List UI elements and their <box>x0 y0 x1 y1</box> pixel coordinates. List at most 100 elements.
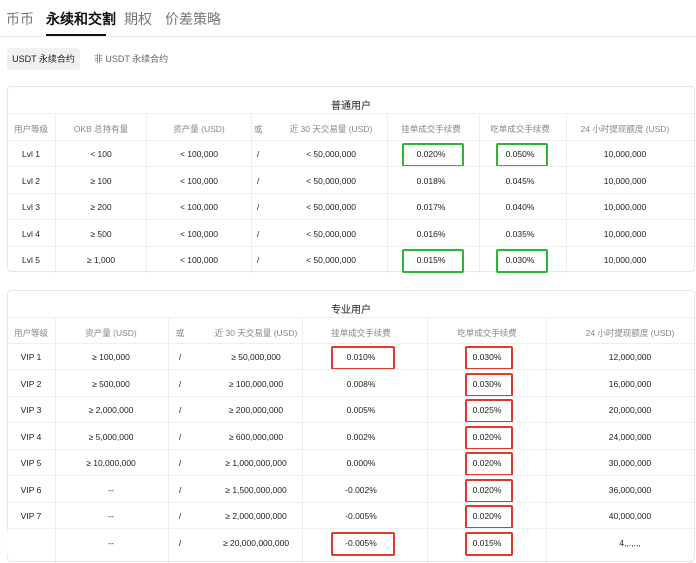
table-cell: ≥ 50,000,000 <box>231 352 281 362</box>
table-cell: 4,,.,.,, <box>619 537 641 548</box>
table-cell: < 100,000 <box>179 175 219 186</box>
tab-spot[interactable]: 币币 <box>6 9 34 29</box>
table-cell: VIP 6 <box>20 484 42 495</box>
row-divider <box>8 342 694 344</box>
table-cell: 10,000,000 <box>603 255 647 265</box>
table-cell: 10,000,000 <box>603 175 647 186</box>
table-cell: -- <box>108 511 114 521</box>
table-cell: Lvl 2 <box>22 175 40 186</box>
segment-usdt-perpetual[interactable]: USDT 永续合约 <box>7 48 80 70</box>
table-cell: -0.005% <box>345 511 377 521</box>
highlight-box <box>496 249 548 273</box>
table-cell: ≥ 500 <box>90 228 112 239</box>
active-tab-indicator <box>46 34 106 36</box>
regular-user-fee-table: 普通用户 用户等级 OKB 总持有量 资产量 (USD) 或近 30 天交易量 (USD… <box>7 86 695 273</box>
table-cell: 12,000,000 <box>608 352 652 362</box>
row-divider <box>8 192 694 194</box>
column-header: 吃单成交手续费 <box>490 124 550 134</box>
table-cell: -- <box>108 484 114 495</box>
table-cell: ≥ 20,000,000,000 <box>222 537 290 548</box>
column-header: 用户等级 <box>13 124 48 134</box>
row-divider <box>8 422 694 424</box>
row-divider <box>8 245 694 247</box>
table-cell: Lvl 5 <box>22 255 40 265</box>
table-cell: VIP 1 <box>20 352 42 362</box>
column-divider <box>479 113 480 273</box>
column-header: 近 30 天交易量 (USD) <box>289 124 373 134</box>
table-cell: < 50,000,000 <box>306 228 356 239</box>
column-divider <box>387 113 388 273</box>
highlight-box <box>496 143 548 167</box>
table-cell: ≥ 2,000,000 <box>88 405 134 415</box>
segment-non-usdt-perpetual[interactable]: 非 USDT 永续合约 <box>86 48 176 70</box>
column-divider <box>427 317 428 563</box>
table-cell: / <box>178 537 182 548</box>
table-cell: VIP 2 <box>20 378 42 389</box>
table-cell: ≥ 2,000,000,000 <box>225 511 287 521</box>
table-cell: 20,000,000 <box>608 405 652 415</box>
highlight-box <box>465 531 513 556</box>
table-cell: 40,000,000 <box>608 511 652 521</box>
highlight-box <box>465 452 513 476</box>
row-divider <box>8 395 694 397</box>
table-cell: 16,000,000 <box>608 378 652 389</box>
tab-options[interactable]: 期权 <box>124 9 152 29</box>
table-cell: ≥ 500,000 <box>92 378 130 389</box>
table-cell: 0.005% <box>346 405 376 415</box>
column-header: 资产量 (USD) <box>85 328 137 338</box>
table-cell: VIP 3 <box>20 405 42 415</box>
table-cell: / <box>178 458 182 468</box>
table-cell: Lvl 1 <box>22 149 40 159</box>
column-divider <box>302 317 303 563</box>
highlight-box <box>465 505 513 529</box>
title-divider <box>8 317 694 318</box>
table-cell: 10,000,000 <box>603 202 647 212</box>
tab-spread-strategy[interactable]: 价差策略 <box>165 9 221 29</box>
table-cell: 0.017% <box>416 202 446 212</box>
table-cell: 36,000,000 <box>608 484 652 495</box>
table-cell: ≥ 200 <box>90 202 112 212</box>
column-divider <box>566 113 567 273</box>
table-cell: 30,000,000 <box>608 458 652 468</box>
table-cell: / <box>178 378 182 389</box>
row-divider <box>8 139 694 141</box>
column-header: 或 <box>175 328 185 338</box>
highlight-box <box>331 531 395 556</box>
column-header: 近 30 天交易量 (USD) <box>214 328 298 338</box>
table-cell: -0.002% <box>345 484 377 495</box>
table-cell: / <box>178 352 182 362</box>
column-divider <box>55 113 56 273</box>
table-cell: Lvl 3 <box>22 202 40 212</box>
table-title: 普通用户 <box>331 101 371 112</box>
row-divider <box>8 219 694 221</box>
table-cell: Lvl 4 <box>22 228 40 239</box>
table-title: 专业用户 <box>331 305 371 316</box>
table-cell: 0.045% <box>505 175 535 186</box>
table-cell: 0.016% <box>416 228 446 239</box>
bottom-left-fade <box>0 530 50 554</box>
table-cell: < 50,000,000 <box>306 255 356 265</box>
row-divider <box>8 501 694 503</box>
table-cell: < 100 <box>90 149 112 159</box>
column-divider <box>546 317 547 563</box>
table-cell: ≥ 600,000,000 <box>228 431 284 442</box>
column-divider <box>168 317 169 563</box>
table-cell: 24,000,000 <box>608 431 652 442</box>
table-cell: VIP 7 <box>20 511 42 521</box>
column-divider <box>55 317 56 563</box>
highlight-box <box>465 346 513 370</box>
column-divider <box>251 113 252 273</box>
tab-perpetual-futures[interactable]: 永续和交割 <box>46 9 116 29</box>
table-cell: < 100,000 <box>179 255 219 265</box>
column-header: 24 小时提现额度 (USD) <box>580 124 670 134</box>
pro-user-fee-table: 专业用户 用户等级 资产量 (USD) 或 近 30 天交易量 (USD) 挂单成交手续费… <box>7 290 695 563</box>
table-cell: ≥ 1,000 <box>86 255 116 265</box>
row-divider <box>8 166 694 168</box>
table-cell: / <box>178 511 182 521</box>
table-cell: 0.008% <box>346 378 376 389</box>
column-header: OKB 总持有量 <box>73 124 129 134</box>
column-header: 吃单成交手续费 <box>457 328 517 338</box>
table-cell: / <box>178 405 182 415</box>
row-divider <box>8 528 694 530</box>
column-header: 挂单成交手续费 <box>401 124 461 134</box>
